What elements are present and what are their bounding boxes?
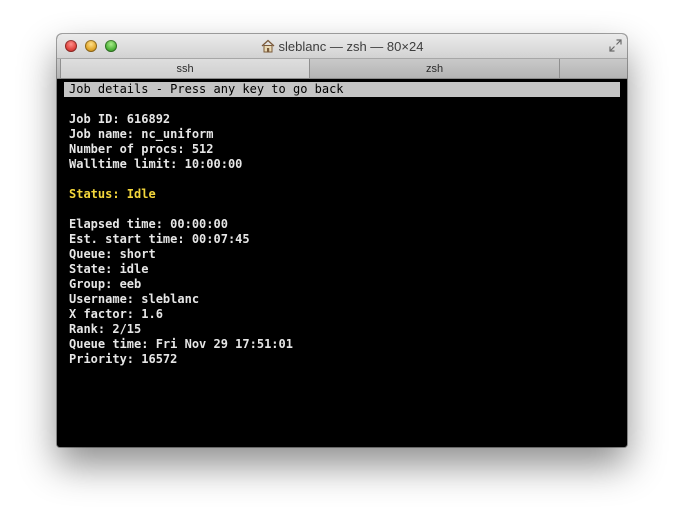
terminal-screen[interactable]: Job details - Press any key to go back J… [57, 79, 627, 447]
tab-label: zsh [425, 62, 444, 75]
state-line: State: idle [69, 262, 149, 276]
walltime-line: Walltime limit: 10:00:00 [69, 157, 243, 171]
terminal-window: sleblanc — zsh — 80×24 ssh zsh Job detai… [57, 34, 627, 447]
job-name-line: Job name: nc_uniform [69, 127, 214, 141]
tab-ssh[interactable]: ssh [60, 59, 310, 78]
elapsed-time-line: Elapsed time: 00:00:00 [69, 217, 228, 231]
queue-time-line: Queue time: Fri Nov 29 17:51:01 [69, 337, 293, 351]
fullscreen-icon[interactable] [609, 39, 622, 52]
title-bar[interactable]: sleblanc — zsh — 80×24 [57, 34, 627, 59]
rank-line: Rank: 2/15 [69, 322, 142, 336]
job-id-line: Job ID: 616892 [69, 112, 171, 126]
home-icon [261, 39, 274, 53]
window-title: sleblanc — zsh — 80×24 [278, 38, 424, 54]
window-title-wrap: sleblanc — zsh — 80×24 [57, 34, 627, 58]
username-line: Username: sleblanc [69, 292, 200, 306]
tab-zsh[interactable]: zsh [310, 59, 560, 78]
job-details-header: Job details - Press any key to go back [64, 82, 620, 97]
tab-bar: ssh zsh [57, 59, 627, 79]
est-start-line: Est. start time: 00:07:45 [69, 232, 250, 246]
priority-line: Priority: 16572 [69, 352, 178, 366]
tab-label: ssh [176, 62, 194, 75]
group-line: Group: eeb [69, 277, 142, 291]
status-line: Status: Idle [69, 187, 156, 201]
x-factor-line: X factor: 1.6 [69, 307, 163, 321]
queue-line: Queue: short [69, 247, 156, 261]
num-procs-line: Number of procs: 512 [69, 142, 214, 156]
